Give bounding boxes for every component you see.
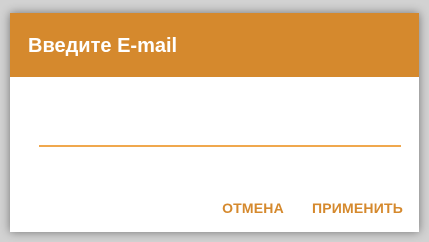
cancel-button[interactable]: ОТМЕНА <box>222 199 284 217</box>
apply-button[interactable]: ПРИМЕНИТЬ <box>312 199 403 217</box>
dialog-actions: ОТМЕНА ПРИМЕНИТЬ <box>222 199 403 217</box>
email-field <box>39 109 401 147</box>
email-input-underline <box>39 145 401 147</box>
email-dialog: Введите E-mail ОТМЕНА ПРИМЕНИТЬ <box>10 13 419 232</box>
dialog-title: Введите E-mail <box>28 35 178 57</box>
dialog-header: Введите E-mail <box>10 13 419 77</box>
email-input[interactable] <box>39 109 401 141</box>
